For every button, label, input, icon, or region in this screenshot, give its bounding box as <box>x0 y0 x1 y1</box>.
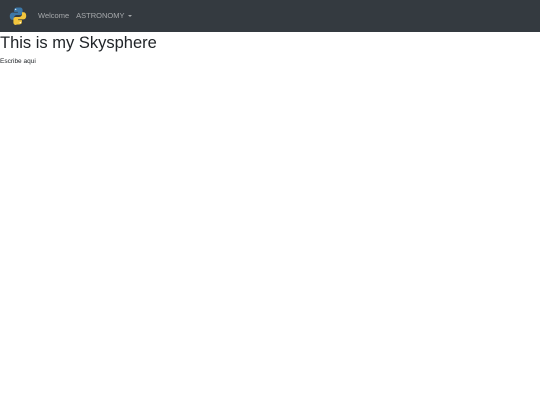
caret-down-icon <box>128 15 133 17</box>
main-content: This is my Skysphere Escribe aqui <box>0 32 540 66</box>
nav-links: Welcome ASTRONOMY <box>38 0 133 32</box>
top-navbar: Welcome ASTRONOMY <box>0 0 540 32</box>
brand-logo-link[interactable] <box>8 6 28 26</box>
page-subtitle: Escribe aqui <box>0 58 36 65</box>
python-logo-icon <box>8 6 28 26</box>
nav-link-welcome[interactable]: Welcome <box>38 0 69 32</box>
page-title: This is my Skysphere <box>0 34 157 52</box>
nav-dropdown-astronomy-label: ASTRONOMY <box>76 11 125 20</box>
nav-dropdown-astronomy[interactable]: ASTRONOMY <box>76 0 133 32</box>
